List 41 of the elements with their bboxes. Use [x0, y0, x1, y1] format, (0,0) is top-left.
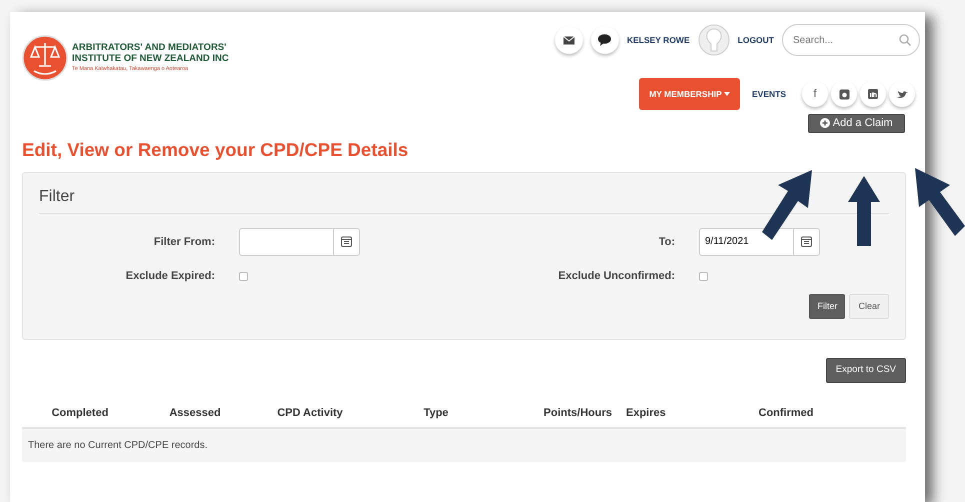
membership-dropdown-button[interactable]: MY MEMBERSHIP [639, 78, 740, 110]
logo-text: INSTITUTE OF NEW ZEALAND INC [72, 54, 229, 65]
arrow-icon [846, 174, 882, 246]
field-label: Exclude Unconfirmed: [557, 268, 676, 284]
user-name-link[interactable]: KELSEY ROWE [626, 34, 690, 46]
social-button[interactable] [889, 81, 915, 107]
checkbox[interactable] [239, 272, 248, 280]
mail-icon [562, 36, 575, 44]
logout-link[interactable]: LOGOUT [738, 34, 774, 46]
chat-button[interactable] [590, 26, 619, 54]
camera-icon [838, 88, 850, 100]
field-label: Filter From: [152, 234, 216, 250]
checkbox[interactable] [699, 272, 708, 280]
calendar-icon [801, 236, 812, 248]
avatar-icon [698, 24, 730, 56]
clear-button[interactable]: Clear [849, 294, 889, 320]
search-field[interactable]: Search... [791, 32, 891, 48]
field-label: To: [658, 234, 676, 250]
search-icon [899, 34, 911, 46]
page-title: Edit, View or Remove your CPD/CPE Details [22, 138, 410, 162]
speech-bubble-icon [598, 34, 612, 46]
plus-circle-icon [820, 118, 830, 128]
scales-logo-icon [22, 35, 68, 81]
square-icon [868, 89, 878, 99]
add-claim-button[interactable]: Add a Claim [808, 114, 905, 132]
filter-button[interactable]: Filter [809, 294, 846, 320]
social-button[interactable] [831, 81, 857, 107]
bird-icon [896, 90, 908, 98]
calendar-icon [341, 236, 352, 248]
empty-table-message: There are no Current CPD/CPE records. [22, 428, 906, 462]
social-link[interactable]: f [802, 81, 828, 107]
events-link[interactable]: EVENTS [752, 88, 786, 100]
field-label: Exclude Expired: [124, 268, 216, 284]
date-field[interactable]: 9/11/2021 [700, 228, 793, 255]
caret-icon [724, 92, 730, 96]
export-csv-button[interactable]: Export to CSV [826, 358, 906, 383]
mail-button[interactable] [554, 26, 583, 54]
search-box[interactable]: Search... [782, 24, 920, 56]
logo-text: ARBITRATORS' AND MEDIATORS' [72, 42, 228, 54]
date-picker[interactable]: 9/11/2021 [699, 228, 820, 256]
social-button[interactable] [860, 81, 886, 107]
